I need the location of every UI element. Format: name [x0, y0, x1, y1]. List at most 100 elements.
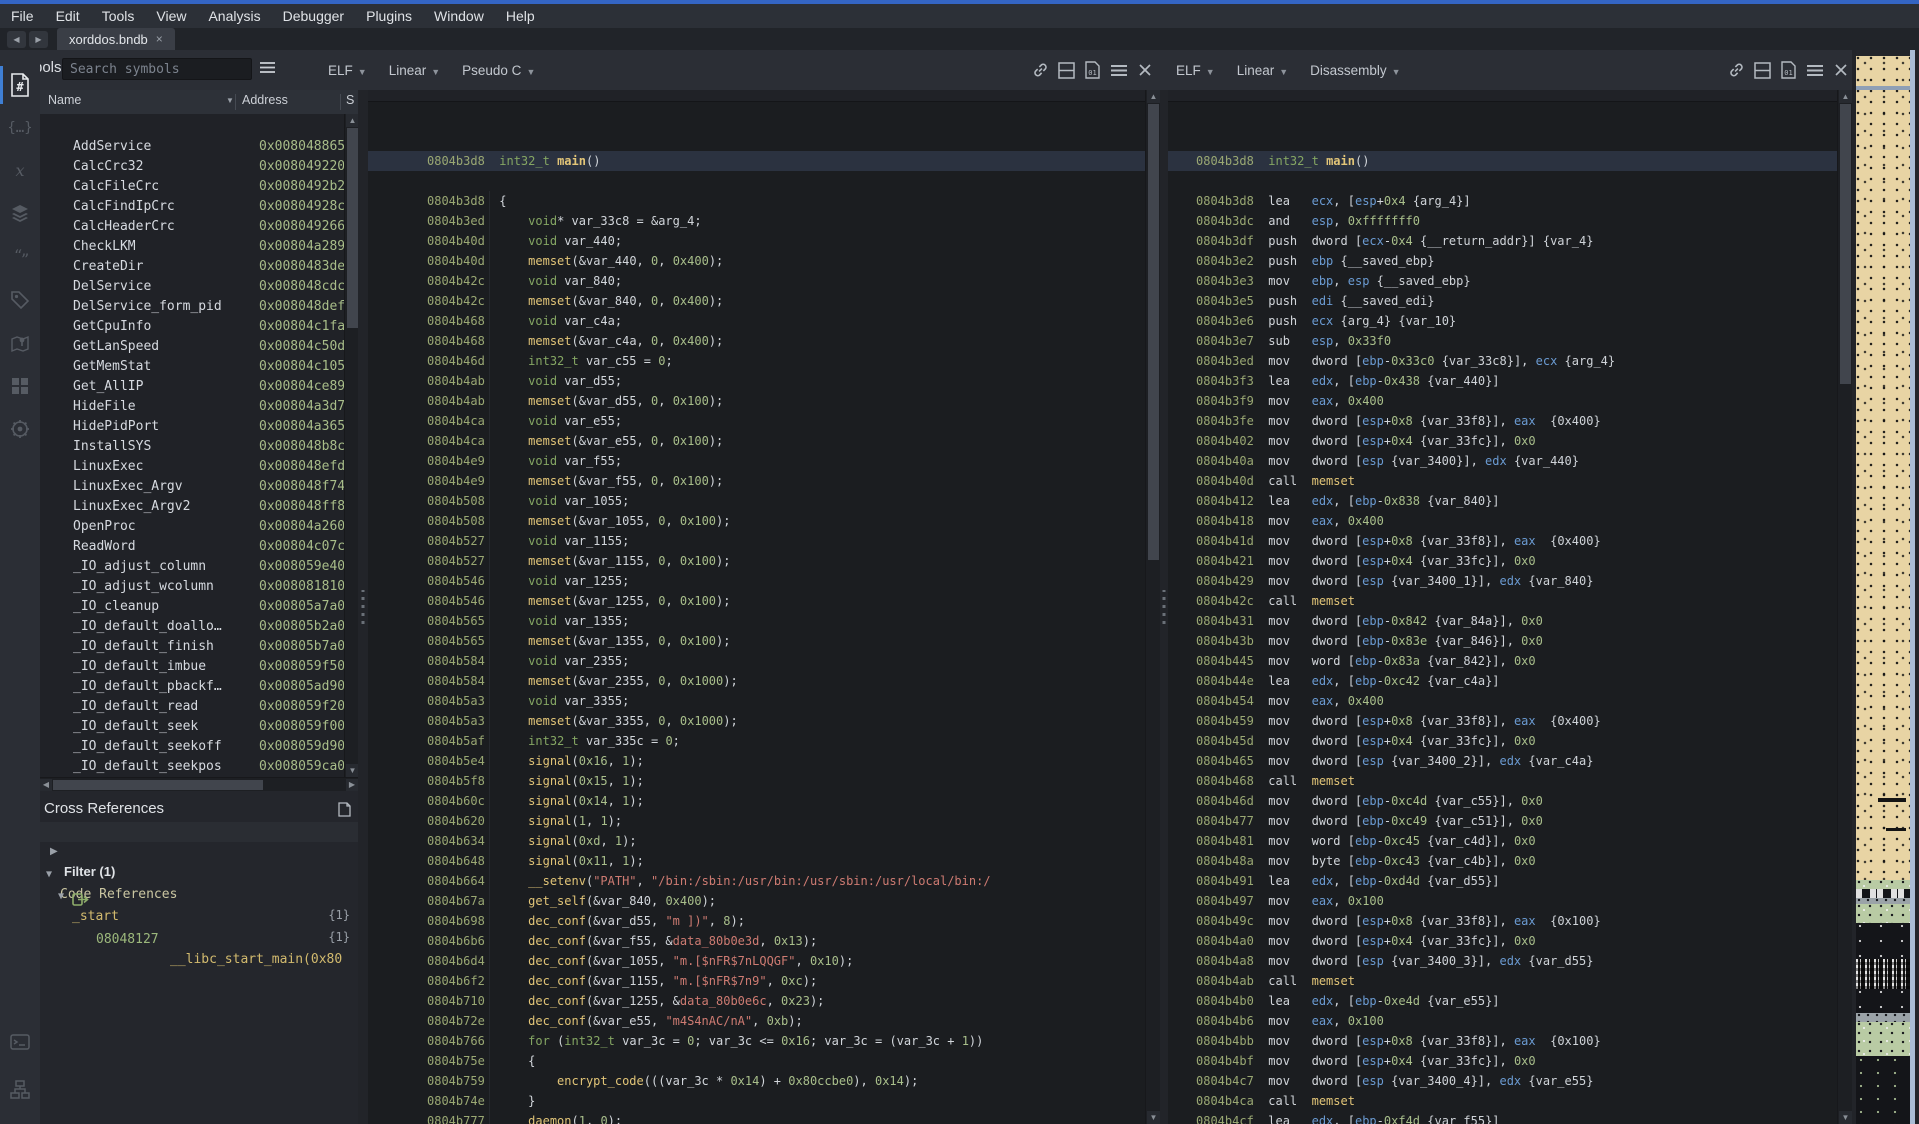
code-line[interactable]: 0804b4a0 mov dword [esp+0x4 {var_33fc}],… [1168, 931, 1838, 951]
symbol-row[interactable]: LinuxExec_Argv0x008048f74 [40, 457, 358, 477]
layout-dropdown[interactable]: Linear▼ [1237, 63, 1288, 78]
code-line[interactable]: 0804b41d mov dword [esp+0x8 {var_33f8}],… [1168, 531, 1838, 551]
symbol-row[interactable]: CalcHeaderCrc0x008049266 [40, 197, 358, 217]
symbol-row[interactable]: _IO_cleanup0x00805a7a0 [40, 577, 358, 597]
code-line[interactable]: 0804b46d int32_t var_c55 = 0; [368, 351, 1146, 371]
feature-map[interactable] [1856, 50, 1919, 1124]
symbol-row[interactable]: InstallSYS0x008048b8c [40, 417, 358, 437]
code-line[interactable]: 0804b4a8 mov dword [esp {var_3400_3}], e… [1168, 951, 1838, 971]
menu-plugins[interactable]: Plugins [355, 8, 423, 24]
code-line[interactable]: 0804b42c call memset [1168, 591, 1838, 611]
variable-x-icon[interactable]: x [0, 154, 40, 188]
disasm-vscrollbar[interactable]: ▲ ▼ [1837, 90, 1852, 1124]
menu-tools[interactable]: Tools [91, 8, 146, 24]
view-type-dropdown[interactable]: Pseudo C▼ [462, 63, 535, 78]
mini-graph-icon[interactable] [0, 1073, 40, 1107]
code-line[interactable]: 0804b698 dec_conf(&var_d55, "m ])", 8); [368, 911, 1146, 931]
code-line[interactable]: 0804b4cf lea edx, [ebp-0xf4d {var_f55}] [1168, 1111, 1838, 1124]
code-line[interactable]: 0804b3d8 lea ecx, [esp+0x4 {arg_4}] [1168, 191, 1838, 211]
symbols-menu-icon[interactable] [260, 61, 275, 79]
arch-dropdown[interactable]: ELF▼ [328, 63, 367, 78]
code-line[interactable]: 0804b402 mov dword [esp+0x4 {var_33fc}],… [1168, 431, 1838, 451]
symbol-row[interactable]: _IO_default_read0x008059f20 [40, 677, 358, 697]
menu-help[interactable]: Help [495, 8, 546, 24]
code-line[interactable]: 0804b5f8 signal(0x15, 1); [368, 771, 1146, 791]
tag-icon[interactable] [0, 283, 40, 317]
code-line[interactable]: 0804b49c mov dword [esp+0x8 {var_33f8}],… [1168, 911, 1838, 931]
code-line[interactable]: 0804b508 void var_1055; [368, 491, 1146, 511]
menu-edit[interactable]: Edit [45, 8, 91, 24]
code-line[interactable]: 0804b4ca memset(&var_e55, 0, 0x100); [368, 431, 1146, 451]
code-line[interactable]: 0804b468 call memset [1168, 771, 1838, 791]
code-line[interactable]: 0804b565 memset(&var_1355, 0, 0x100); [368, 631, 1146, 651]
code-line[interactable]: 0804b565 void var_1355; [368, 611, 1146, 631]
code-line[interactable]: 0804b4b0 lea edx, [ebp-0xe4d {var_e55}] [1168, 991, 1838, 1011]
code-line[interactable]: 0804b766 for (int32_t var_3c = 0; var_3c… [368, 1031, 1146, 1051]
code-line[interactable]: 0804b491 lea edx, [ebp-0xd4d {var_d55}] [1168, 871, 1838, 891]
code-line[interactable]: 0804b481 mov word [ebp-0xc45 {var_c4d}],… [1168, 831, 1838, 851]
code-line[interactable]: 0804b584 void var_2355; [368, 651, 1146, 671]
code-line[interactable]: 0804b75e { [368, 1051, 1146, 1071]
symbol-row[interactable]: GetLanSpeed0x00804c50d [40, 317, 358, 337]
symbol-row[interactable]: CalcFileCrc0x0080492b2 [40, 157, 358, 177]
code-line[interactable]: 0804b4ca void var_e55; [368, 411, 1146, 431]
code-line[interactable]: 0804b6d4 dec_conf(&var_1055, "m.[$nFR$7n… [368, 951, 1146, 971]
code-line[interactable]: 0804b418 mov eax, 0x400 [1168, 511, 1838, 531]
search-input[interactable] [62, 58, 252, 80]
code-line[interactable]: 0804b5e4 signal(0x16, 1); [368, 751, 1146, 771]
code-line[interactable]: 0804b454 mov eax, 0x400 [1168, 691, 1838, 711]
code-line[interactable]: 0804b634 signal(0xd, 1); [368, 831, 1146, 851]
braces-icon[interactable]: {…} [0, 111, 40, 145]
code-line[interactable]: 0804b477 mov dword [ebp-0xc49 {var_c51}]… [1168, 811, 1838, 831]
code-line[interactable]: 0804b3df push dword [ecx-0x4 {__return_a… [1168, 231, 1838, 251]
code-line[interactable]: 0804b546 void var_1255; [368, 571, 1146, 591]
code-line[interactable]: 0804b465 mov dword [esp {var_3400_2}], e… [1168, 751, 1838, 771]
menu-view[interactable]: View [145, 8, 197, 24]
arch-dropdown[interactable]: ELF▼ [1176, 63, 1215, 78]
menu-analysis[interactable]: Analysis [197, 8, 271, 24]
code-line[interactable]: 0804b40d call memset [1168, 471, 1838, 491]
symbol-row[interactable]: LinuxExec0x008048efd [40, 437, 358, 457]
symbol-row[interactable]: DelService0x008048cdc [40, 257, 358, 277]
code-line[interactable]: 0804b468 memset(&var_c4a, 0, 0x400); [368, 331, 1146, 351]
symbol-row[interactable]: _IO_default_seekoff0x008059d90 [40, 717, 358, 737]
code-line[interactable]: 0804b40d void var_440; [368, 231, 1146, 251]
menu-icon[interactable] [1806, 62, 1823, 79]
symbol-row[interactable]: CheckLKM0x00804a289 [40, 217, 358, 237]
quotes-icon[interactable]: “” [0, 240, 40, 274]
symbol-row[interactable]: CalcCrc320x008049220 [40, 137, 358, 157]
link-icon[interactable] [1032, 62, 1049, 79]
vertical-splitter[interactable] [358, 90, 368, 1124]
code-line[interactable]: 0804b4bb mov dword [esp+0x8 {var_33f8}],… [1168, 1031, 1838, 1051]
code-line[interactable]: 0804b4ab void var_d55; [368, 371, 1146, 391]
symbol-row[interactable]: Get_AllIP0x00804ce89 [40, 357, 358, 377]
nav-forward-button[interactable]: ▶ [29, 31, 48, 48]
disassembly-view[interactable]: 0804b3d8 int32_t main()0804b3d8 lea ecx,… [1168, 90, 1852, 1124]
code-line[interactable]: 0804b4bf mov dword [esp+0x4 {var_33fc}],… [1168, 1051, 1838, 1071]
symbol-row[interactable]: OpenProc0x00804a260 [40, 497, 358, 517]
close-icon[interactable] [1832, 62, 1849, 79]
xref-entry[interactable]: 08048127 __libc_start_main(0x80 [40, 890, 358, 910]
symbol-row[interactable]: _IO_default_seekpos0x008059ca0 [40, 737, 358, 757]
symbol-row[interactable]: HideFile0x00804a3d7 [40, 377, 358, 397]
layout-dropdown[interactable]: Linear▼ [389, 63, 440, 78]
code-line[interactable]: 0804b3e3 mov ebp, esp {__saved_ebp} [1168, 271, 1838, 291]
code-line[interactable]: 0804b710 dec_conf(&var_1255, &data_80b0e… [368, 991, 1146, 1011]
symbol-row[interactable]: GetMemStat0x00804c105 [40, 337, 358, 357]
close-icon[interactable] [1136, 62, 1153, 79]
symbol-row[interactable]: _IO_default_seek0x008059f00 [40, 697, 358, 717]
view-type-dropdown[interactable]: Disassembly▼ [1310, 63, 1400, 78]
code-line[interactable]: 0804b527 void var_1155; [368, 531, 1146, 551]
symbol-row[interactable]: _IO_default_finish0x00805b7a0 [40, 617, 358, 637]
code-line[interactable]: 0804b412 lea edx, [ebp-0x838 {var_840}] [1168, 491, 1838, 511]
code-line[interactable]: 0804b459 mov dword [esp+0x8 {var_33f8}],… [1168, 711, 1838, 731]
symbol-row[interactable]: AddService0x008048865 [40, 117, 358, 137]
menu-file[interactable]: File [0, 8, 45, 24]
symbol-row[interactable]: LinuxExec_Argv20x008048ff8 [40, 477, 358, 497]
symbols-hscrollbar[interactable]: ◀ ▶ [40, 777, 358, 791]
split-view-icon[interactable] [1058, 62, 1075, 79]
code-line[interactable]: 0804b5a3 memset(&var_3355, 0, 0x1000); [368, 711, 1146, 731]
code-line[interactable]: 0804b40d memset(&var_440, 0, 0x400); [368, 251, 1146, 271]
code-line[interactable]: 0804b72e dec_conf(&var_e55, "m4S4nAC/nA"… [368, 1011, 1146, 1031]
code-line[interactable]: 0804b3e5 push edi {__saved_edi} [1168, 291, 1838, 311]
